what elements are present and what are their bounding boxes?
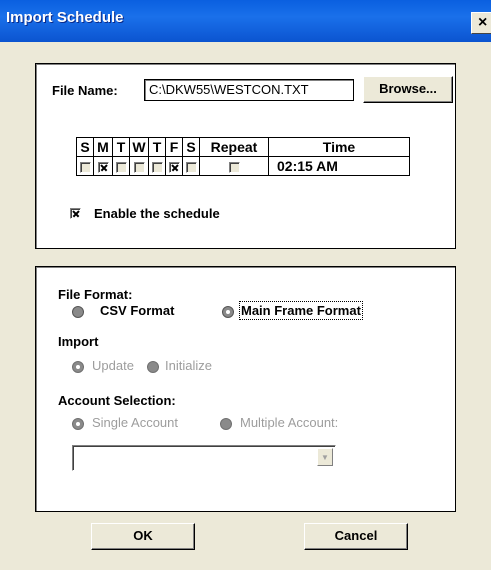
initialize-label: Initialize <box>165 358 212 373</box>
single-account-radio[interactable] <box>72 418 84 430</box>
import-label: Import <box>58 334 99 349</box>
multiple-account-radio[interactable] <box>220 418 232 430</box>
file-name-field[interactable]: C:\DKW55\WESTCON.TXT <box>144 79 354 101</box>
header-mon: M <box>93 137 113 157</box>
csv-format-radio[interactable] <box>72 306 84 318</box>
file-name-label: File Name: <box>52 83 118 98</box>
header-repeat: Repeat <box>199 137 269 157</box>
header-fri: F <box>165 137 183 157</box>
title-bar: Import Schedule × <box>0 0 491 42</box>
chevron-down-icon[interactable]: ▼ <box>317 448 333 466</box>
update-label: Update <box>92 358 134 373</box>
day-checkbox-tue[interactable] <box>115 161 127 173</box>
schedule-value-row: 02:15 AM <box>76 156 410 176</box>
header-tue: T <box>112 137 130 157</box>
browse-button[interactable]: Browse... <box>363 76 453 103</box>
initialize-radio[interactable] <box>147 361 159 373</box>
close-button[interactable]: × <box>471 12 491 34</box>
header-sat: S <box>182 137 200 157</box>
file-format-label: File Format: <box>58 287 133 302</box>
header-thu: T <box>148 137 166 157</box>
main-frame-format-radio[interactable] <box>222 306 234 318</box>
header-time: Time <box>268 137 410 157</box>
cancel-button[interactable]: Cancel <box>304 523 408 550</box>
single-account-label: Single Account <box>92 415 179 430</box>
day-checkbox-thu[interactable] <box>151 161 163 173</box>
main-frame-format-label: Main Frame Format <box>239 301 363 320</box>
csv-format-label: CSV Format <box>100 303 175 318</box>
enable-schedule-label: Enable the schedule <box>94 206 220 221</box>
schedule-header-row: S M T W T F S Repeat Time <box>76 137 410 157</box>
account-selection-label: Account Selection: <box>58 393 176 408</box>
day-checkbox-fri[interactable] <box>168 161 180 173</box>
window-title: Import Schedule <box>6 9 124 26</box>
close-icon: × <box>478 14 488 31</box>
account-combo[interactable]: ▼ <box>72 445 336 471</box>
ok-button[interactable]: OK <box>91 523 195 550</box>
time-field[interactable]: 02:15 AM <box>268 156 410 176</box>
schedule-table: S M T W T F S Repeat Time 02:15 AM <box>76 137 410 176</box>
repeat-checkbox[interactable] <box>228 161 240 173</box>
header-sun: S <box>76 137 94 157</box>
update-radio[interactable] <box>72 361 84 373</box>
day-checkbox-sat[interactable] <box>185 161 197 173</box>
enable-schedule-checkbox[interactable] <box>70 208 81 219</box>
day-checkbox-mon[interactable] <box>97 161 109 173</box>
day-checkbox-sun[interactable] <box>79 161 91 173</box>
header-wed: W <box>129 137 149 157</box>
day-checkbox-wed[interactable] <box>133 161 145 173</box>
multiple-account-label: Multiple Account: <box>240 415 339 430</box>
